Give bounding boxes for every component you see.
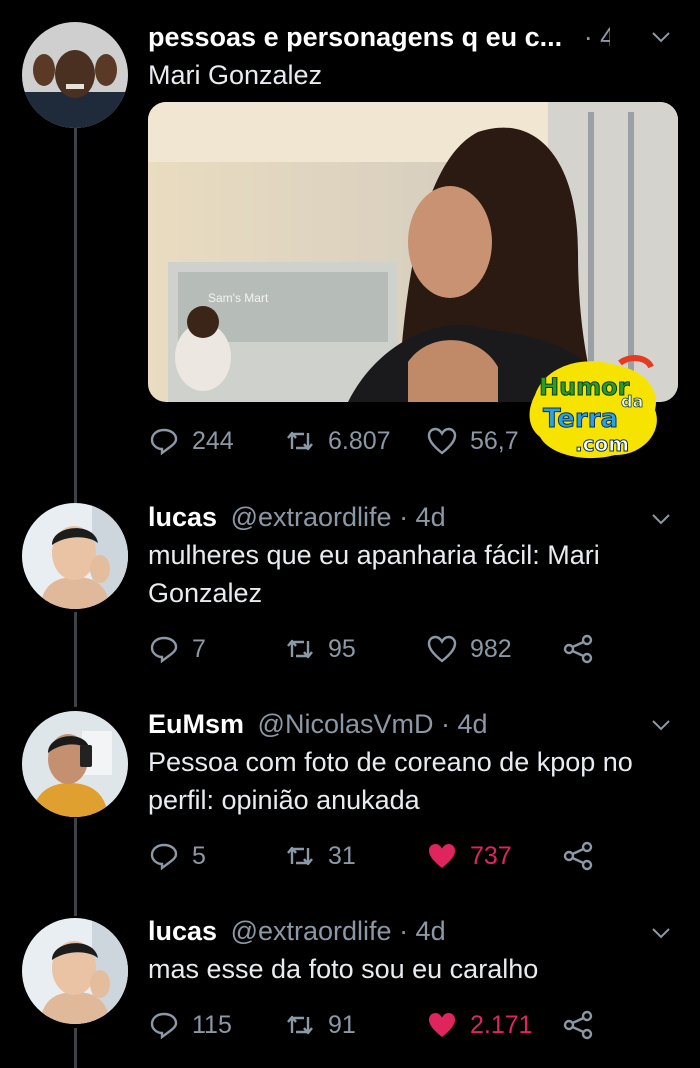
like-button[interactable]: 982 (426, 629, 512, 669)
humor-da-terra-watermark: Humor da Terra .com (525, 355, 665, 465)
reply-count: 115 (192, 1010, 232, 1039)
retweet-icon (287, 846, 313, 866)
share-button[interactable] (562, 1005, 594, 1045)
timestamp[interactable]: · 4d (399, 502, 446, 532)
timestamp[interactable]: · 4d (399, 916, 446, 946)
reply-icon (150, 843, 178, 871)
reply-icon (150, 428, 178, 456)
tweet-text: Pessoa com foto de coreano de kpop no pe… (148, 747, 633, 815)
store-sign: Sam's Mart (208, 291, 269, 305)
timestamp[interactable]: · 4d (584, 22, 610, 52)
avatar[interactable] (22, 503, 128, 609)
reply-button[interactable]: 7 (148, 629, 206, 669)
thread-line (74, 612, 77, 707)
tweet-text: Mari Gonzalez (148, 60, 323, 90)
username[interactable]: @extraordlife (231, 916, 392, 946)
reply-icon (150, 1012, 178, 1040)
avatar[interactable] (22, 22, 128, 128)
share-icon (563, 1010, 593, 1040)
like-count: 737 (470, 841, 512, 870)
display-name[interactable]: lucas (148, 916, 217, 946)
tweet-header: lucas @extraordlife · 4d (148, 916, 610, 947)
thread-line (74, 818, 77, 916)
chevron-down-icon[interactable] (650, 26, 672, 48)
username[interactable]: @extraordlife (231, 502, 392, 532)
reply-icon (150, 636, 178, 664)
watermark-text: Terra (543, 404, 618, 434)
like-icon (429, 1013, 455, 1037)
retweet-button[interactable]: 91 (284, 1005, 356, 1045)
retweet-icon (287, 431, 313, 451)
like-count: 56,7 (470, 426, 519, 455)
tweet-actions: 7 95 982 (148, 629, 660, 669)
avatar[interactable] (22, 711, 128, 817)
retweet-count: 91 (328, 1010, 356, 1039)
chevron-down-icon[interactable] (650, 714, 672, 736)
display-name[interactable]: EuMsm (148, 709, 244, 739)
reply-count: 5 (192, 841, 206, 870)
watermark-text: Humor (539, 373, 630, 401)
retweet-icon (287, 639, 313, 659)
reply-button[interactable]: 115 (148, 1005, 232, 1045)
retweet-count: 95 (328, 634, 356, 663)
retweet-icon (287, 1015, 313, 1035)
like-button[interactable]: 2.171 (426, 1005, 533, 1045)
thread-line (74, 128, 77, 503)
thread-line (74, 1028, 77, 1068)
tweet-header: lucas @extraordlife · 4d (148, 502, 610, 533)
tweet-text: mas esse da foto sou eu caralho (148, 954, 539, 984)
tweet-header: EuMsm @NicolasVmD · 4d (148, 709, 610, 740)
tweet-actions: 115 91 2.171 (148, 1005, 660, 1045)
like-icon (429, 844, 455, 868)
share-icon (563, 841, 593, 871)
display-name[interactable]: lucas (148, 502, 217, 532)
tweet-header: pessoas e personagens q eu c... · 4d (148, 22, 610, 53)
retweet-count: 31 (328, 841, 356, 870)
share-icon (563, 634, 593, 664)
share-button[interactable] (562, 836, 594, 876)
watermark-text: .com (575, 432, 629, 456)
avatar[interactable] (22, 918, 128, 1024)
reply-button[interactable]: 244 (148, 421, 234, 461)
retweet-button[interactable]: 95 (284, 629, 356, 669)
display-name[interactable]: pessoas e personagens q eu c... (148, 22, 562, 52)
like-button[interactable]: 737 (426, 836, 512, 876)
retweet-count: 6.807 (328, 426, 391, 455)
share-button[interactable] (562, 629, 594, 669)
username[interactable]: @NicolasVmD (258, 709, 434, 739)
tweet-actions: 5 31 737 (148, 836, 660, 876)
like-icon (427, 427, 457, 455)
chevron-down-icon[interactable] (650, 508, 672, 530)
reply-button[interactable]: 5 (148, 836, 206, 876)
reply-count: 244 (192, 426, 234, 455)
retweet-button[interactable]: 6.807 (284, 421, 391, 461)
like-button[interactable]: 56,7 (426, 421, 519, 461)
watermark-text: da (621, 392, 643, 411)
tweet-text: mulheres que eu apanharia fácil: Mari Go… (148, 540, 600, 608)
reply-count: 7 (192, 634, 206, 663)
like-count: 2.171 (470, 1010, 533, 1039)
chevron-down-icon[interactable] (650, 922, 672, 944)
timestamp[interactable]: · 4d (441, 709, 488, 739)
retweet-button[interactable]: 31 (284, 836, 356, 876)
like-icon (427, 635, 457, 663)
like-count: 982 (470, 634, 512, 663)
